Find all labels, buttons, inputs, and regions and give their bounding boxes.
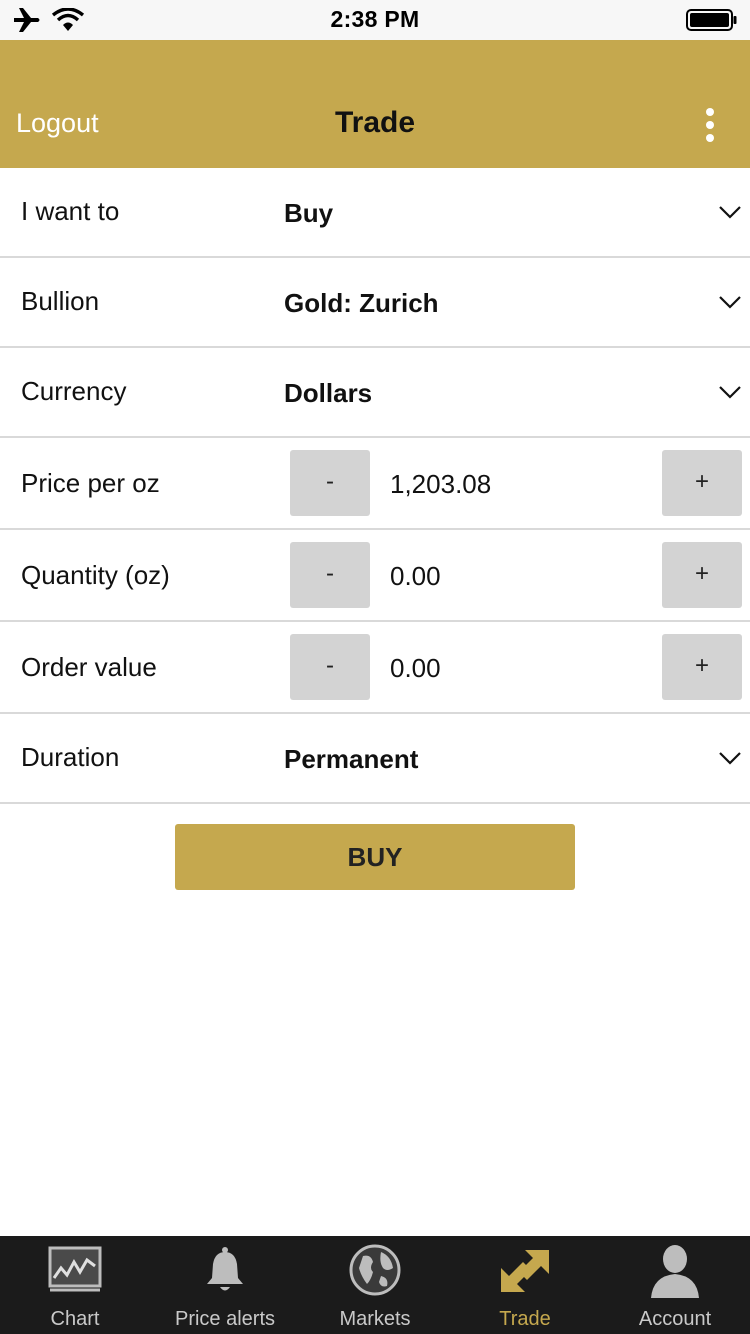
tab-chart[interactable]: Chart bbox=[0, 1236, 150, 1334]
tab-markets[interactable]: Markets bbox=[300, 1236, 450, 1334]
tab-label: Markets bbox=[339, 1308, 411, 1330]
price-increment-button[interactable]: + bbox=[662, 450, 742, 516]
row-label: Price per oz bbox=[21, 468, 160, 498]
tab-bar: Chart Price alerts Markets Trade Account bbox=[0, 1236, 750, 1334]
page-title: Trade bbox=[334, 106, 416, 139]
tab-trade[interactable]: Trade bbox=[450, 1236, 600, 1334]
bell-icon bbox=[207, 1247, 243, 1291]
quantity-value[interactable]: 0.00 bbox=[390, 561, 441, 592]
row-label: Quantity (oz) bbox=[21, 560, 170, 590]
tab-label: Chart bbox=[50, 1308, 100, 1330]
row-duration[interactable]: Duration Permanent bbox=[0, 714, 750, 804]
trade-arrows-icon bbox=[501, 1250, 549, 1292]
buy-button[interactable]: BUY bbox=[175, 824, 575, 890]
bullion-select-value[interactable]: Gold: Zurich bbox=[284, 288, 439, 319]
battery-icon bbox=[686, 9, 737, 31]
price-value[interactable]: 1,203.08 bbox=[390, 469, 491, 500]
order-value-increment-button[interactable]: + bbox=[662, 634, 742, 700]
status-bar: 2:38 PM bbox=[0, 0, 750, 40]
row-label: Bullion bbox=[21, 286, 100, 316]
row-label: I want to bbox=[21, 196, 120, 226]
more-options-icon[interactable] bbox=[696, 104, 724, 146]
row-label: Duration bbox=[21, 742, 120, 772]
row-price-per-oz: Price per oz - 1,203.08 + bbox=[0, 438, 750, 530]
price-decrement-button[interactable]: - bbox=[290, 450, 370, 516]
order-value[interactable]: 0.00 bbox=[390, 653, 441, 684]
chevron-down-icon[interactable] bbox=[718, 750, 742, 766]
chart-icon bbox=[48, 1246, 102, 1292]
status-time: 2:38 PM bbox=[330, 6, 420, 32]
row-label: Order value bbox=[21, 652, 157, 682]
chevron-down-icon[interactable] bbox=[718, 384, 742, 400]
globe-icon bbox=[349, 1244, 401, 1296]
row-order-value: Order value - 0.00 + bbox=[0, 622, 750, 714]
row-currency[interactable]: Currency Dollars bbox=[0, 348, 750, 438]
nav-bar: Logout Trade bbox=[0, 40, 750, 168]
chevron-down-icon[interactable] bbox=[718, 294, 742, 310]
currency-select-value[interactable]: Dollars bbox=[284, 378, 372, 409]
quantity-increment-button[interactable]: + bbox=[662, 542, 742, 608]
tab-account[interactable]: Account bbox=[600, 1236, 750, 1334]
row-quantity: Quantity (oz) - 0.00 + bbox=[0, 530, 750, 622]
tab-label: Price alerts bbox=[174, 1308, 276, 1330]
chevron-down-icon[interactable] bbox=[718, 204, 742, 220]
duration-select-value[interactable]: Permanent bbox=[284, 744, 418, 775]
quantity-decrement-button[interactable]: - bbox=[290, 542, 370, 608]
action-select-value[interactable]: Buy bbox=[284, 198, 333, 229]
tab-label: Account bbox=[638, 1308, 712, 1330]
person-icon bbox=[651, 1245, 699, 1298]
row-bullion[interactable]: Bullion Gold: Zurich bbox=[0, 258, 750, 348]
tab-label: Trade bbox=[499, 1308, 551, 1330]
row-i-want-to[interactable]: I want to Buy bbox=[0, 168, 750, 258]
row-label: Currency bbox=[21, 376, 127, 406]
order-value-decrement-button[interactable]: - bbox=[290, 634, 370, 700]
tab-price-alerts[interactable]: Price alerts bbox=[150, 1236, 300, 1334]
